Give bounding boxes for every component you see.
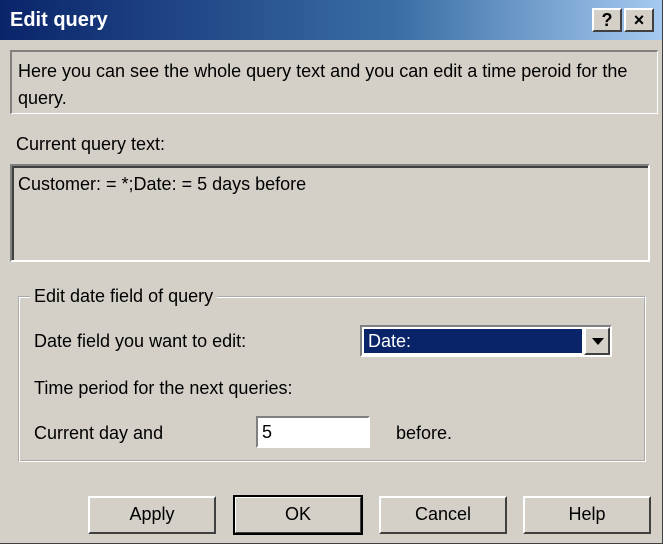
- intro-text: Here you can see the whole query text an…: [10, 50, 658, 114]
- edit-query-dialog: Edit query ? × Here you can see the whol…: [0, 0, 663, 544]
- time-period-label: Time period for the next queries:: [34, 378, 293, 398]
- current-query-text: Customer: = *;Date: = 5 days before: [12, 166, 648, 260]
- date-field-selected-value: Date:: [363, 328, 583, 354]
- cancel-button[interactable]: Cancel: [379, 496, 507, 534]
- close-icon[interactable]: ×: [624, 8, 654, 32]
- dropdown-button[interactable]: [584, 327, 610, 355]
- date-field-select[interactable]: Date:: [360, 325, 612, 357]
- ok-button[interactable]: OK: [233, 495, 363, 535]
- before-label: before.: [396, 423, 453, 443]
- group-legend: Edit date field of query: [30, 286, 218, 307]
- current-day-label: Current day and: [34, 423, 164, 443]
- help-question-button[interactable]: ?: [592, 8, 622, 32]
- dialog-title: Edit query: [10, 9, 108, 31]
- title-bar: Edit query ? ×: [0, 0, 662, 40]
- days-input[interactable]: [256, 416, 370, 448]
- help-button[interactable]: Help: [523, 496, 651, 534]
- apply-button[interactable]: Apply: [88, 496, 216, 534]
- current-query-box: Customer: = *;Date: = 5 days before: [10, 164, 650, 262]
- current-query-label: Current query text:: [16, 134, 166, 154]
- chevron-down-icon: [592, 338, 604, 345]
- date-field-label: Date field you want to edit:: [34, 331, 247, 351]
